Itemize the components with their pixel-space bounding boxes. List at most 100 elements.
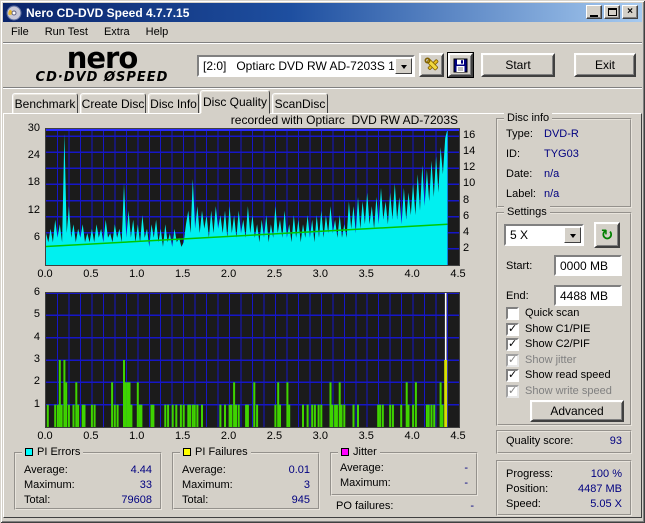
pi-errors-panel: PI Errors Average:4.44 Maximum:33 Total:…	[14, 452, 162, 510]
speed-value: 5.05 X	[590, 498, 622, 510]
settings-panel: Settings 5 X ↻ Start: 0000 MB End: 4488 …	[496, 212, 632, 426]
stat-label: Total:	[182, 494, 208, 506]
checkbox-label: Show jitter	[525, 354, 576, 366]
stat-value: 4.44	[131, 464, 152, 476]
menu-run-test[interactable]: Run Test	[37, 24, 96, 40]
menu-file[interactable]: File	[3, 24, 37, 40]
disc-date-value: n/a	[544, 168, 626, 180]
stat-value: -	[464, 477, 468, 489]
stat-label: Total:	[24, 494, 50, 506]
jitter-panel: Jitter Average:- Maximum:-	[330, 452, 478, 496]
position-label: Position:	[506, 483, 548, 495]
exit-button[interactable]: Exit	[574, 53, 636, 77]
checkbox-box	[506, 354, 519, 367]
pi-errors-chart	[45, 128, 460, 266]
progress-value: 100 %	[591, 468, 622, 480]
panel-title-text: Jitter	[353, 446, 377, 458]
stat-value: 0.01	[289, 464, 310, 476]
close-icon: ×	[627, 7, 633, 17]
cd-dvd-speed-logo-text: CD·DVD ØSPEED	[10, 71, 194, 85]
start-field[interactable]: 0000 MB	[554, 255, 622, 276]
drive-select-dropdown-button[interactable]	[395, 58, 412, 74]
end-field-value: 4488 MB	[560, 289, 608, 303]
stat-value: 33	[140, 479, 152, 491]
quality-score-label: Quality score:	[506, 435, 573, 447]
checkbox-box[interactable]	[506, 307, 519, 320]
app-window: Nero CD-DVD Speed 4.7.7.15 × File Run Te…	[0, 0, 645, 523]
refresh-button[interactable]: ↻	[594, 222, 620, 248]
checkbox-show-c2-pif[interactable]: Show C2/PIF	[506, 337, 590, 351]
stat-label: Average:	[24, 464, 68, 476]
disc-id-value: TYG03	[544, 148, 626, 160]
progress-panel: Progress:100 % Position:4487 MB Speed:5.…	[496, 460, 632, 516]
stat-value: -	[464, 462, 468, 474]
disc-label-label: Label:	[506, 188, 544, 200]
menu-bar: File Run Test Extra Help	[3, 22, 642, 42]
checkbox-show-c1-pie[interactable]: Show C1/PIE	[506, 322, 590, 336]
jitter-panel-title: Jitter	[338, 446, 380, 458]
checkbox-box	[506, 385, 519, 398]
checkbox-show-jitter: Show jitter	[506, 353, 576, 367]
stat-label: PO failures:	[336, 500, 393, 512]
tab-label: Benchmark	[15, 97, 76, 111]
menu-help[interactable]: Help	[138, 24, 177, 40]
maximize-button[interactable]	[604, 5, 620, 19]
end-field[interactable]: 4488 MB	[554, 285, 622, 306]
disc-date-label: Date:	[506, 168, 544, 180]
pi-errors-legend-swatch	[25, 448, 33, 456]
menu-extra[interactable]: Extra	[96, 24, 138, 40]
drive-select-value: [2:0] Optiarc DVD RW AD-7203S 1.04	[199, 59, 394, 73]
position-value: 4487 MB	[578, 483, 622, 495]
floppy-icon	[453, 58, 468, 73]
tab-label: Disc Quality	[203, 95, 267, 109]
checkbox-label: Show C1/PIE	[525, 323, 590, 335]
tab-disc-quality[interactable]: Disc Quality	[200, 90, 270, 114]
tools-icon	[424, 57, 440, 73]
scan-speed-select[interactable]: 5 X	[504, 224, 584, 246]
panel-title-text: Disc info	[507, 112, 549, 124]
checkbox-box[interactable]	[506, 338, 519, 351]
tab-scandisc[interactable]: ScanDisc	[272, 93, 328, 114]
checkbox-label: Show C2/PIF	[525, 338, 590, 350]
tab-disc-info[interactable]: Disc Info	[148, 93, 199, 114]
stat-label: Average:	[340, 462, 384, 474]
pi-errors-panel-title: PI Errors	[22, 446, 83, 458]
pi-failures-panel: PI Failures Average:0.01 Maximum:3 Total…	[172, 452, 320, 510]
minimize-button[interactable]	[586, 5, 602, 19]
checkbox-box[interactable]	[506, 369, 519, 382]
start-field-value: 0000 MB	[560, 259, 608, 273]
quality-score-panel: Quality score: 93	[496, 430, 632, 454]
pi-failures-chart	[45, 292, 460, 428]
title-bar[interactable]: Nero CD-DVD Speed 4.7.7.15 ×	[3, 3, 642, 22]
advanced-button-label: Advanced	[550, 404, 603, 418]
quality-score-value: 93	[610, 435, 622, 447]
start-button[interactable]: Start	[481, 53, 555, 77]
checkbox-show-read-speed[interactable]: Show read speed	[506, 368, 611, 382]
tab-benchmark[interactable]: Benchmark	[12, 93, 78, 114]
checkbox-box[interactable]	[506, 323, 519, 336]
checkbox-quick-scan[interactable]: Quick scan	[506, 306, 579, 320]
disc-label-value: n/a	[544, 188, 626, 200]
po-failures-row: PO failures: -	[336, 500, 474, 512]
pi-failures-panel-title: PI Failures	[180, 446, 251, 458]
disc-id-label: ID:	[506, 148, 544, 160]
stat-value: 945	[292, 494, 310, 506]
checkbox-label: Quick scan	[525, 307, 579, 319]
options-button[interactable]	[419, 53, 444, 77]
save-button[interactable]	[448, 53, 473, 77]
jitter-legend-swatch	[341, 448, 349, 456]
stat-label: Maximum:	[24, 479, 75, 491]
tab-label: ScanDisc	[275, 97, 326, 111]
stat-value: -	[470, 500, 474, 512]
tab-create-disc[interactable]: Create Disc	[80, 93, 146, 114]
drive-select[interactable]: [2:0] Optiarc DVD RW AD-7203S 1.04	[197, 55, 415, 77]
stat-label: Maximum:	[340, 477, 391, 489]
checkbox-label: Show write speed	[525, 385, 612, 397]
close-button[interactable]: ×	[622, 5, 638, 19]
advanced-button[interactable]: Advanced	[530, 400, 624, 422]
window-title: Nero CD-DVD Speed 4.7.7.15	[26, 6, 189, 20]
disc-type-label: Type:	[506, 128, 544, 140]
stat-value: 3	[304, 479, 310, 491]
scan-speed-dropdown-button[interactable]	[564, 227, 581, 243]
maximize-icon	[608, 8, 617, 16]
